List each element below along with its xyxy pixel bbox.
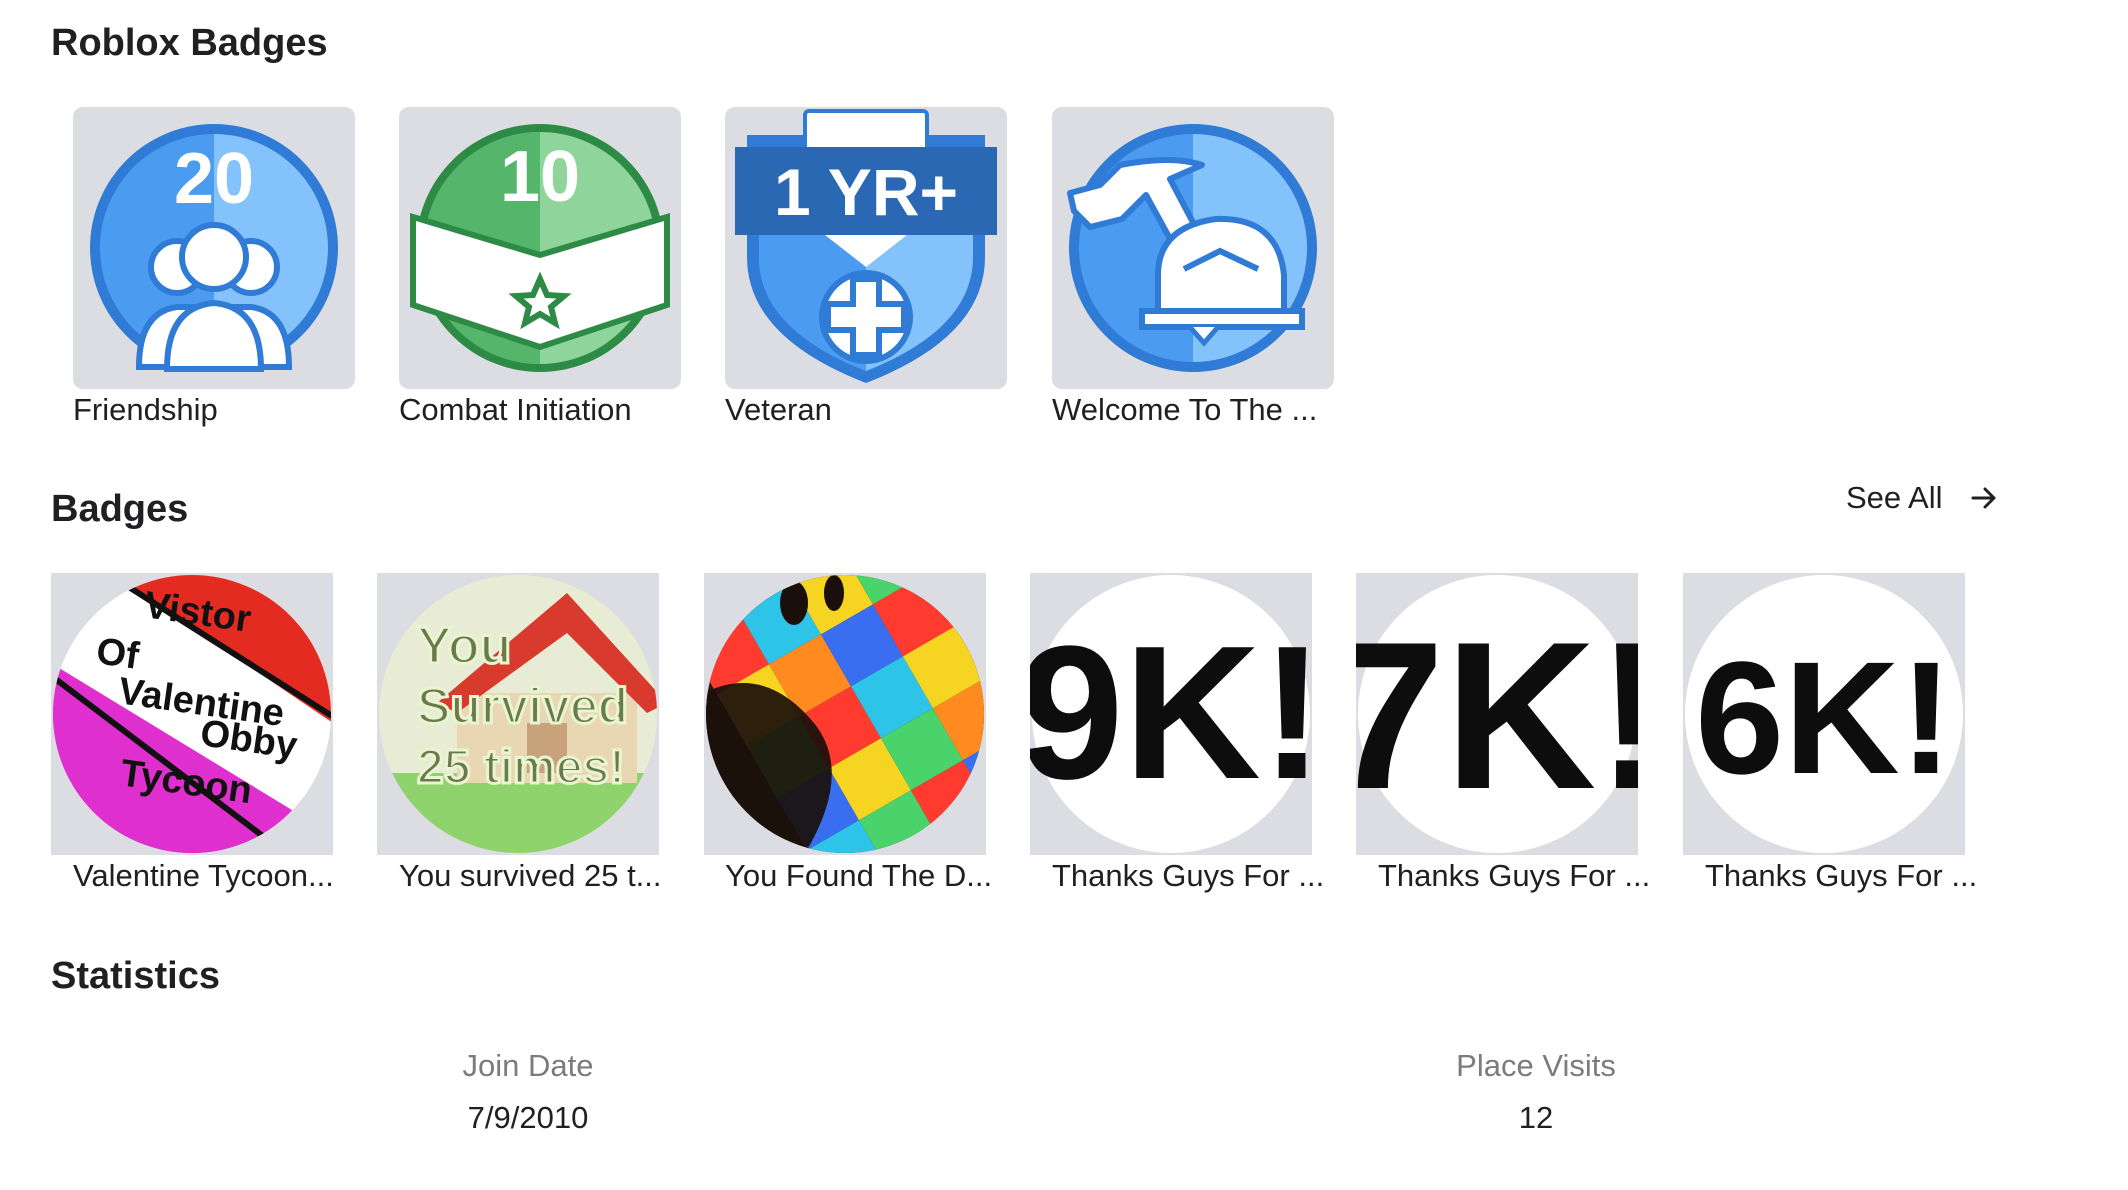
place-visits-label: Place Visits: [1456, 1048, 1616, 1083]
badge-survived-label[interactable]: You survived 25 t...: [399, 858, 662, 894]
badge-found-tile[interactable]: [704, 573, 986, 855]
9k-art-text: 9K!: [1030, 607, 1312, 819]
9k-badge-image: 9K!: [1030, 575, 1312, 853]
badge-9k-tile[interactable]: 9K!: [1030, 573, 1312, 855]
valentine-art-line-2: Of: [94, 630, 142, 678]
badge-7k-label[interactable]: Thanks Guys For ...: [1378, 858, 1650, 894]
disco-floor-badge-image: [706, 575, 984, 853]
survived-art-line-3: 25 times!: [417, 741, 625, 794]
roblox-badges-title: Roblox Badges: [51, 22, 328, 64]
badge-6k-label[interactable]: Thanks Guys For ...: [1705, 858, 1977, 894]
friendship-badge-icon: 20: [90, 124, 338, 372]
badge-friendship-label[interactable]: Friendship: [73, 392, 218, 428]
combat-art-text: 10: [500, 137, 580, 217]
badge-valentine-label[interactable]: Valentine Tycoon...: [73, 858, 334, 894]
badge-veteran-label[interactable]: Veteran: [725, 392, 832, 428]
survived-badge-image: You Survived 25 times!: [379, 575, 657, 853]
see-all-link[interactable]: See All: [1846, 480, 1999, 516]
badge-7k-tile[interactable]: 7K!: [1356, 573, 1638, 855]
badge-valentine-tile[interactable]: Vistor Of Valentine Obby Tycoon: [51, 573, 333, 855]
6k-badge-image: 6K!: [1685, 575, 1963, 853]
arrow-right-icon[interactable]: [1969, 483, 1999, 513]
badge-welcome-tile[interactable]: [1052, 107, 1334, 389]
badge-6k-tile[interactable]: 6K!: [1683, 573, 1965, 855]
see-all-label[interactable]: See All: [1846, 480, 1943, 516]
badge-combat-initiation-tile[interactable]: 10: [399, 107, 681, 389]
veteran-art-text: 1 YR+: [774, 155, 958, 229]
badge-veteran-tile[interactable]: 1 YR+: [725, 107, 1007, 389]
veteran-badge-icon: 1 YR+: [735, 109, 997, 383]
badge-9k-label[interactable]: Thanks Guys For ...: [1052, 858, 1324, 894]
friendship-art-text: 20: [174, 139, 254, 219]
badge-welcome-label[interactable]: Welcome To The ...: [1052, 392, 1317, 428]
7k-art-text: 7K!: [1356, 598, 1638, 833]
badge-combat-initiation-label[interactable]: Combat Initiation: [399, 392, 632, 428]
valentine-badge-image: Vistor Of Valentine Obby Tycoon: [53, 575, 331, 853]
survived-art-line-1: You: [417, 617, 511, 675]
survived-art-line-2: Survived: [417, 678, 628, 734]
6k-art-text: 6K!: [1695, 628, 1953, 807]
badge-survived-tile[interactable]: You Survived 25 times!: [377, 573, 659, 855]
statistics-title: Statistics: [51, 955, 220, 997]
badges-title: Badges: [51, 488, 189, 530]
combat-initiation-badge-icon: 10: [410, 124, 670, 372]
welcome-badge-icon: [1067, 124, 1317, 372]
place-visits-value: 12: [1518, 1100, 1554, 1135]
7k-badge-image: 7K!: [1356, 575, 1638, 853]
badge-friendship-tile[interactable]: 20: [73, 107, 355, 389]
join-date-label: Join Date: [462, 1048, 594, 1083]
badge-found-label[interactable]: You Found The D...: [725, 858, 992, 894]
join-date-value: 7/9/2010: [467, 1100, 589, 1135]
